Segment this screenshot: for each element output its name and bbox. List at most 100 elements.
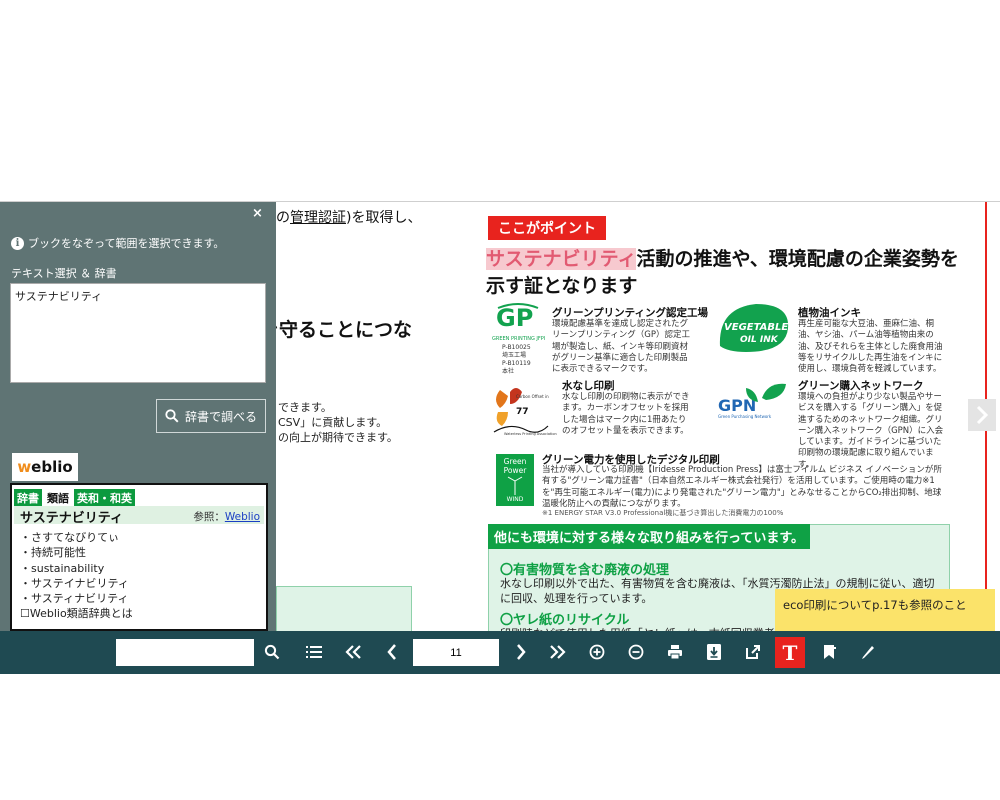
double-chevron-left-icon [345,645,361,659]
zoom-out-button[interactable] [621,637,651,667]
chevron-right-icon [976,405,989,425]
gp-power-line3: WIND [506,496,524,503]
cert-waterless-title: 水なし印刷 [562,380,615,392]
weblio-entry-title: サステナビリティ [20,511,123,526]
headline-line2: 示す証となります [486,275,638,297]
info-text: ブックをなぞって範囲を選択できます。 [28,237,225,250]
zoom-in-icon [589,644,605,660]
text-select-button[interactable]: T [775,637,805,668]
weblio-about-link[interactable]: ☐Weblio類語辞典とは [20,606,133,621]
bookmark-button[interactable] [815,637,845,667]
close-panel-button[interactable]: × [252,206,263,221]
marker-pen-button[interactable] [853,637,883,667]
left-text-line3: CSV」に貢献します。 [278,416,388,429]
next-page-button[interactable] [506,637,536,667]
chevron-right-icon [517,644,526,660]
veg-logo-line1: VEGETABLE [724,322,788,333]
double-chevron-right-icon [550,645,566,659]
search-input[interactable] [116,639,254,666]
bottom-toolbar: T [0,631,1000,674]
weblio-ref-label: 参照： [193,511,225,523]
cert-power-note: ※1 ENERGY STAR V3.0 Professional機に基づき算出し… [542,509,784,517]
waterless-logo-num: 77 [516,407,529,417]
weblio-ref-link[interactable]: Weblio [225,511,260,523]
gp-power-line2: Power [503,466,527,475]
list-item: ・持続可能性 [20,546,86,560]
share-icon [746,645,760,659]
left-line1-suffix: )を取得し、 [346,210,422,226]
butterfly-icon: 77 [493,388,549,433]
cert-waterless-desc: 水なし印刷の印刷物に表示ができます。カーボンオフセットを採用した場合はマーク内に… [562,392,690,436]
print-button[interactable] [660,637,690,667]
search-button[interactable] [257,637,287,667]
cert-gpn-title: グリーン購入ネットワーク [798,380,924,392]
left-line1-term: 管理認証 [290,210,346,226]
pencil-icon [862,646,874,659]
left-green-box [276,586,412,633]
info-line: i ブックをなぞって範囲を選択できます。 [11,235,224,251]
last-page-button[interactable] [543,637,573,667]
gp-logo-text: GP [496,304,533,332]
list-item: ・さすてなびりてぃ [20,531,120,544]
gpn-logo-small: Green Purchasing Network [718,414,772,419]
cert-power-desc: 当社が導入している印刷機【Iridesse Production Press】は… [542,465,942,509]
table-of-contents-button[interactable] [299,637,329,667]
weblio-logo: w eblio [12,453,78,481]
download-button[interactable] [699,637,729,667]
waterless-logo-small: Carbon Offset in [516,394,549,399]
gp-logo: GP GREEN PRINTING JFPI P-B10025 埼玉工場 P-B… [492,302,546,382]
share-button[interactable] [738,637,768,667]
point-badge: ここがポイント [488,216,606,240]
book-viewer[interactable]: の管理認証)を取得し、 を守ることにつな できます。 CSV」に貢献します。 の… [0,201,1000,674]
headline: サステナビリティ活動の推進や、環境配慮の企業姿勢を 示す証となります [486,246,959,300]
info-icon: i [11,236,24,250]
weblio-tab-english[interactable]: 英和・和英 [74,489,135,507]
selection-label: テキスト選択 ＆ 辞書 [11,267,117,280]
gp-logo-small: GREEN PRINTING JFPI [492,336,546,342]
left-text-line1: の管理認証)を取得し、 [276,207,421,227]
page-number-input[interactable] [413,639,499,666]
leaf-icon: VEGETABLE OIL INK [719,304,788,352]
previous-page-button[interactable] [377,637,407,667]
search-icon [165,409,179,423]
left-line1-prefix: の [276,210,290,226]
weblio-tab-thesaurus[interactable]: 類語 [44,489,72,507]
list-item: ・sustainability [20,561,105,575]
bookmark-icon [824,645,836,659]
dictionary-lookup-label: 辞書で調べる [184,409,257,424]
zoom-out-icon [628,644,644,660]
gpn-logo: GPN Green Purchasing Network [716,380,792,420]
cert-gp-desc: 環境配慮基準を達成し認定されたグリーンプリンティング（GP）認定工場が製造し、紙… [552,319,691,375]
weblio-logo-rest: eblio [31,458,73,476]
cert-gp-title: グリーンプリンティング認定工場 [552,307,709,319]
left-text-line2: できます。 [278,401,332,414]
text-selection-panel: × i ブックをなぞって範囲を選択できます。 テキスト選択 ＆ 辞書 サステナビ… [0,202,276,631]
vegetable-oil-ink-logo: VEGETABLE OIL INK [716,302,792,354]
list-icon [306,646,322,658]
waterless-logo: 77 Carbon Offset in Waterless Printing A… [490,382,557,438]
search-icon [264,644,280,660]
cert-gpn-desc: 環境への負担がより少ない製品やサービスを購入する「グリーン購入」を促進するための… [798,392,944,470]
cert-veg-title: 植物油インキ [798,307,861,319]
green-power-logo: Green Power WIND [496,454,534,506]
weblio-tab-dictionary[interactable]: 辞書 [14,489,42,507]
wind-turbine-icon [507,476,523,495]
weblio-result-list: ・さすてなびりてぃ ・持続可能性 ・sustainability ・サステイナビ… [20,530,133,622]
next-page-arrow[interactable] [968,399,996,431]
left-text-line4: の向上が期待できます。 [278,431,398,444]
weblio-tabs: 辞書 類語 英和・和英 [14,489,135,507]
weblio-logo-w: w [17,458,32,476]
first-page-button[interactable] [338,637,368,667]
left-big-heading: を守ることにつな [260,319,413,341]
list-item: ・サスティナビリティ [20,592,129,606]
waterless-logo-sig: Waterless Printing Association [504,432,557,436]
selection-textarea[interactable]: サステナビリティ [10,283,266,383]
weblio-entry-row: サステナビリティ 参照：Weblio [14,506,264,526]
dictionary-lookup-button[interactable]: 辞書で調べる [156,399,266,433]
headline-rest: 活動の推進や、環境配慮の企業姿勢を [636,248,959,270]
veg-logo-line2: OIL INK [740,335,779,345]
zoom-in-button[interactable] [582,637,612,667]
gp-power-line1: Green [503,457,527,466]
sticky-note[interactable]: eco印刷についてp.17も参照のこと [775,589,995,631]
headline-highlight: サステナビリティ [486,248,637,270]
